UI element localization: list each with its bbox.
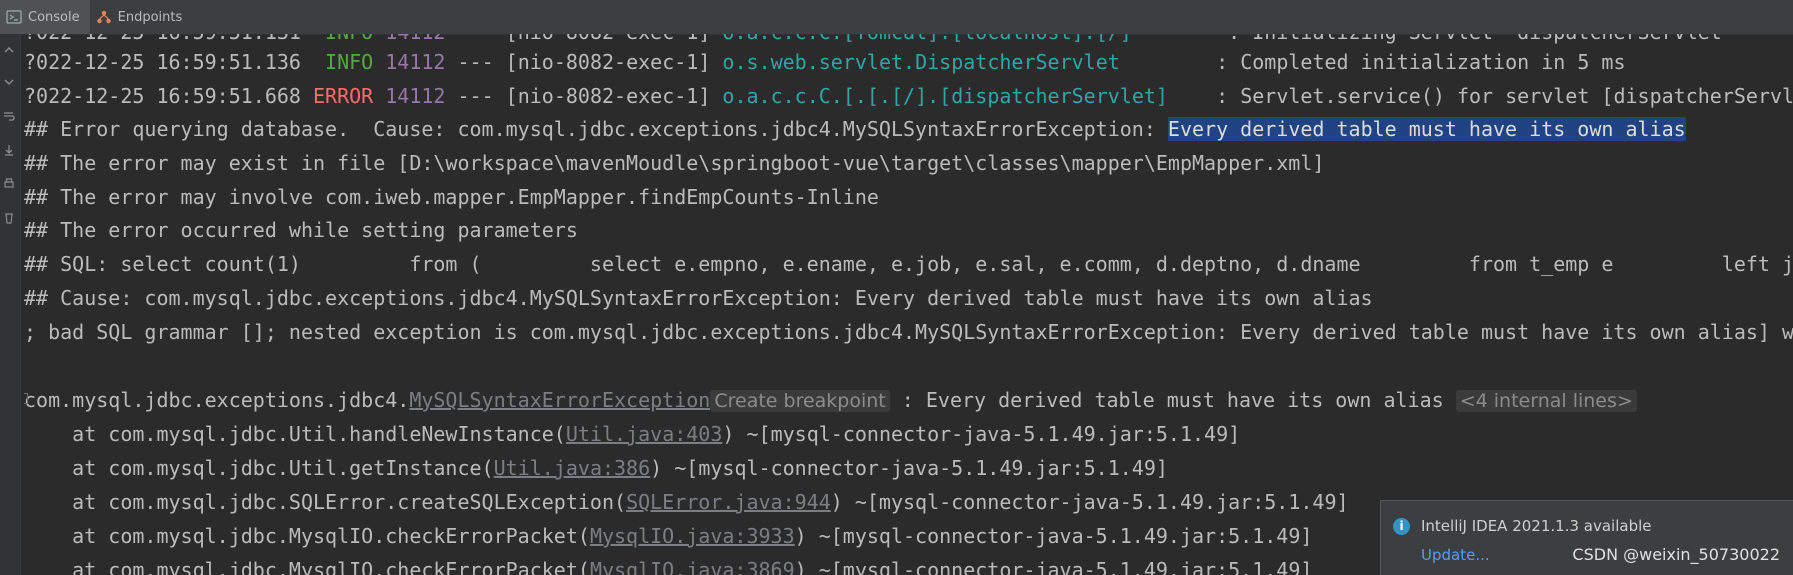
watermark: CSDN @weixin_50730022 [1572,545,1780,564]
create-breakpoint-hint[interactable]: Create breakpoint [710,390,890,412]
error-line-cause: ## Cause: com.mysql.jdbc.exceptions.jdbc… [24,286,1373,310]
log-timestamp: ?022-12-25 16:59:51.668 [24,84,313,108]
endpoints-icon [96,9,112,25]
exception-package: com.mysql.jdbc.exceptions.jdbc4. [24,388,410,412]
stack-frame: at com.mysql.jdbc.Util.getInstance(Util.… [24,455,1168,481]
exception-header-line: com.mysql.jdbc.exceptions.jdbc4.MySQLSyn… [24,387,1637,413]
stack-method: at com.mysql.jdbc.SQLError.createSQLExce… [24,490,627,514]
source-link[interactable]: SQLError.java:944 [626,490,831,514]
selected-text-highlight[interactable]: Every derived table must have its own al… [1167,117,1686,141]
exception-message: : Every derived table must have its own … [889,388,1456,412]
console-output[interactable]: ?022-12-25 16:59:51.131 INFO 14112 --- [… [24,34,1793,575]
log-level-error: ERROR [312,84,374,108]
tab-console[interactable]: Console [0,0,90,34]
stack-frame: at com.mysql.jdbc.SQLError.createSQLExce… [24,489,1349,515]
stack-jar: ) ~[mysql-connector-java-5.1.49.jar:5.1.… [722,422,1241,446]
log-thread: --- [nio-8082-exec-1] [445,50,723,74]
expand-fold-icon[interactable] [24,393,28,404]
source-link[interactable]: Util.java:386 [494,456,651,480]
internal-lines-fold[interactable]: <4 internal lines> [1455,390,1637,412]
notification-title: IntelliJ IDEA 2021.1.3 available [1421,517,1652,535]
stack-method: at com.mysql.jdbc.MysqlIO.checkErrorPack… [24,524,590,548]
log-message: : Servlet.service() for servlet [dispatc… [1167,84,1793,108]
log-pid: 14112 [385,34,445,44]
scroll-up-icon[interactable] [3,44,15,56]
stack-method: at com.mysql.jdbc.Util.handleNewInstance… [24,422,566,446]
stack-jar: ) ~[mysql-connector-java-5.1.49.jar:5.1.… [650,456,1168,480]
log-logger: o.s.web.servlet.DispatcherServlet [722,50,1120,74]
log-message: : Completed initialization in 5 ms [1119,50,1626,74]
error-text: ## Error querying database. Cause: com.m… [24,117,1168,141]
info-icon: i [1393,518,1410,535]
log-level-info: INFO [325,50,374,74]
error-line-parameters: ## The error occurred while setting para… [24,218,578,242]
error-line-sql: ## SQL: select count(1) from ( select e.… [24,252,1793,276]
log-level-info: INFO [325,34,373,44]
log-pid: 14112 [385,84,446,108]
stack-jar: ) ~[mysql-connector-java-5.1.49.jar:5.1.… [794,524,1313,548]
stack-frame: at com.mysql.jdbc.MysqlIO.checkErrorPack… [24,557,1312,575]
stack-frame: at com.mysql.jdbc.Util.handleNewInstance… [24,421,1240,447]
source-link[interactable]: MysqlIO.java:3869 [590,558,795,575]
log-message: : Initializing Servlet 'dispatcherServle… [1216,34,1734,44]
error-line-query: ## Error querying database. Cause: com.m… [24,116,1686,142]
log-line-0: ?022-12-25 16:59:51.131 INFO 14112 --- [… [24,34,1734,45]
console-icon [6,9,22,25]
log-timestamp: ?022-12-25 16:59:51.136 [24,50,326,74]
clear-all-icon[interactable] [3,212,15,224]
tab-console-label: Console [28,9,80,25]
scroll-down-icon[interactable] [3,76,15,88]
stack-method: at com.mysql.jdbc.Util.getInstance( [24,456,494,480]
exception-class-link[interactable]: MySQLSyntaxErrorException [409,388,710,412]
ide-console-window: Console Endpoints ?022-12-25 16:59:51.13… [0,0,1793,575]
stack-jar: ) ~[mysql-connector-java-5.1.49.jar:5.1.… [794,558,1313,575]
tab-endpoints-label: Endpoints [117,9,183,25]
error-line-involve: ## The error may involve com.iweb.mapper… [24,185,879,209]
error-line-bad-sql: ; bad SQL grammar []; nested exception i… [24,320,1793,344]
stack-jar: ) ~[mysql-connector-java-5.1.49.jar:5.1.… [830,490,1349,514]
source-link[interactable]: Util.java:403 [566,422,723,446]
log-thread: --- [nio-8082-exec-1] [445,84,723,108]
soft-wrap-icon[interactable] [3,110,15,122]
stack-frame: at com.mysql.jdbc.MysqlIO.checkErrorPack… [24,523,1312,549]
print-icon[interactable] [3,178,15,190]
stack-method: at com.mysql.jdbc.MysqlIO.checkErrorPack… [24,558,590,575]
scroll-to-end-icon[interactable] [3,144,15,156]
log-thread: --- [nio-8082-exec-1] [445,34,722,44]
source-link[interactable]: MysqlIO.java:3933 [590,524,795,548]
update-notification: i IntelliJ IDEA 2021.1.3 available Updat… [1380,500,1793,575]
error-line-file: ## The error may exist in file [D:\works… [24,151,1325,175]
console-toolbar-gutter [0,34,21,575]
log-logger: o.a.c.c.C.[.[.[/].[dispatcherServlet] [722,84,1168,108]
log-timestamp: ?022-12-25 16:59:51.131 [24,34,325,44]
log-line-2: ?022-12-25 16:59:51.668 ERROR 14112 --- … [24,83,1793,109]
log-logger: o.a.c.c.C.[Tomcat].[localhost].[/] [722,34,1216,44]
log-pid: 14112 [385,50,446,74]
tab-endpoints[interactable]: Endpoints [90,0,193,34]
log-line-1: ?022-12-25 16:59:51.136 INFO 14112 --- [… [24,49,1626,75]
tool-window-tabbar: Console Endpoints [0,0,1793,35]
update-link[interactable]: Update... [1421,546,1490,564]
